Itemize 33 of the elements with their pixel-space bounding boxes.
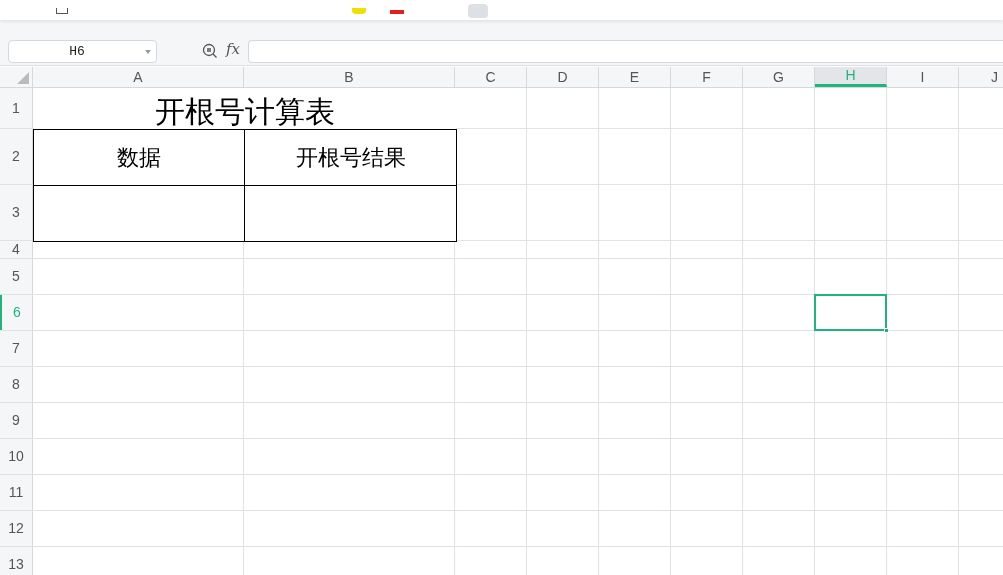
row-header[interactable]: 4: [0, 241, 33, 258]
dropdown-caret-icon: [145, 49, 151, 54]
row-header[interactable]: 1: [0, 88, 33, 128]
row-header[interactable]: 7: [0, 331, 33, 366]
row-header[interactable]: 12: [0, 511, 33, 546]
column-header[interactable]: C: [455, 67, 527, 87]
selected-cell[interactable]: [814, 294, 887, 331]
fill-handle[interactable]: [884, 328, 889, 333]
select-all-icon[interactable]: [17, 72, 29, 84]
highlight-icon[interactable]: [352, 8, 366, 14]
row-header[interactable]: 3: [0, 185, 33, 240]
row-header[interactable]: 8: [0, 367, 33, 402]
row-header[interactable]: 2: [0, 129, 33, 184]
column-header[interactable]: J: [959, 67, 1003, 87]
sheet-title: 开根号计算表: [34, 88, 456, 129]
column-header[interactable]: F: [671, 67, 743, 87]
table-header-cell: 开根号结果: [245, 130, 456, 185]
fx-label: fx: [226, 38, 240, 60]
column-header[interactable]: B: [244, 67, 455, 87]
row-header[interactable]: 10: [0, 439, 33, 474]
row-header[interactable]: 13: [0, 547, 33, 575]
name-box[interactable]: H6: [8, 40, 157, 63]
column-header[interactable]: D: [527, 67, 599, 87]
formula-input-field[interactable]: [248, 40, 1003, 63]
font-color-icon[interactable]: [390, 10, 404, 14]
row-header[interactable]: 9: [0, 403, 33, 438]
row-header[interactable]: 11: [0, 475, 33, 510]
table-header-cell: 数据: [34, 130, 245, 185]
column-header[interactable]: A: [33, 67, 244, 87]
column-header[interactable]: E: [599, 67, 671, 87]
column-header[interactable]: I: [887, 67, 959, 87]
zoom-icon[interactable]: [202, 43, 218, 59]
row-header[interactable]: 5: [0, 259, 33, 294]
